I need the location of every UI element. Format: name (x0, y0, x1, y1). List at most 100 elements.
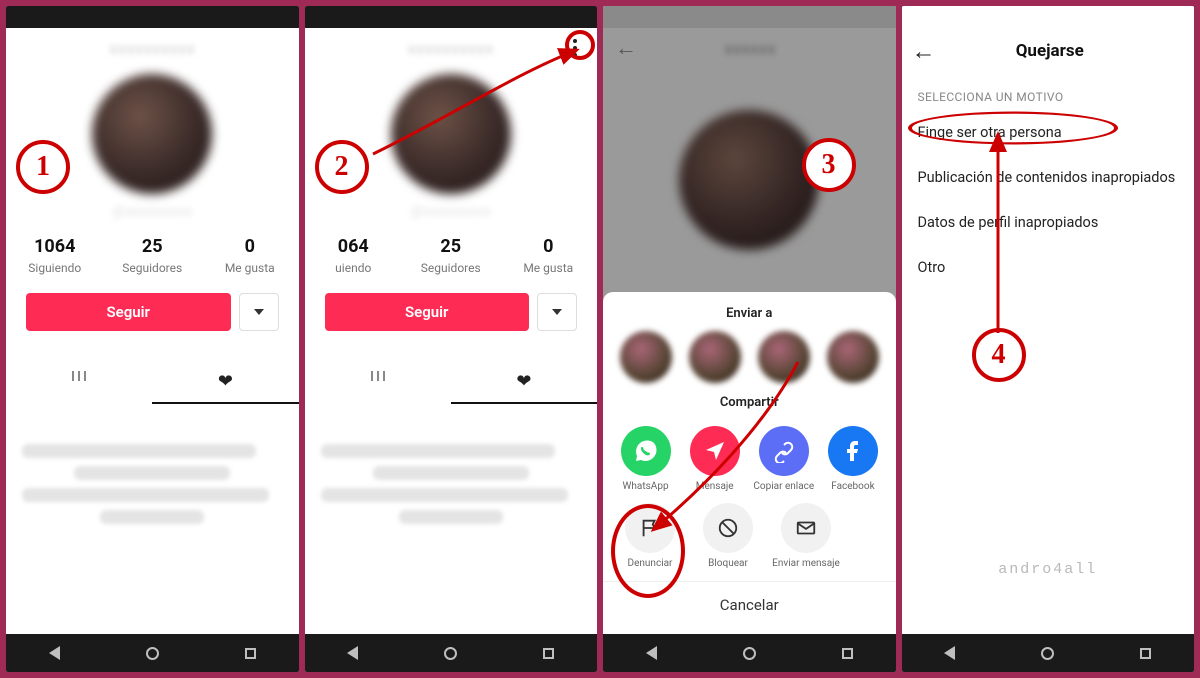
action-row: Denunciar Bloquear Enviar mensaje (603, 493, 896, 570)
follow-button[interactable]: Seguir (325, 293, 530, 331)
reason-impersonation[interactable]: Finge ser otra persona (902, 110, 1195, 155)
send-icon (690, 426, 740, 476)
nav-home-icon[interactable] (146, 647, 159, 660)
nav-home-icon[interactable] (743, 647, 756, 660)
stat-value: 0 (500, 236, 598, 257)
stat-followers[interactable]: 25 Seguidores (104, 236, 202, 275)
action-report[interactable]: Denunciar (615, 503, 685, 570)
top-bar: ← Quejarse (902, 28, 1195, 74)
stat-following[interactable]: 064 uiendo (305, 236, 403, 275)
tab-grid[interactable] (6, 361, 152, 404)
nav-back-icon[interactable] (944, 646, 955, 660)
handle: @xxxxxxxxx (112, 202, 192, 220)
cancel-button[interactable]: Cancelar (603, 581, 896, 628)
screen-1: xxxxxxxxxx @xxxxxxxxx 1064 Siguiendo 25 … (6, 6, 299, 672)
nav-recents-icon[interactable] (245, 648, 256, 659)
share-label-text: WhatsApp (614, 481, 678, 493)
share-label-text: Mensaje (683, 481, 747, 493)
stat-value: 25 (104, 236, 202, 257)
block-icon (703, 503, 753, 553)
step-badge-4: 4 (972, 328, 1026, 382)
profile-username: xxxxxxxxxx (337, 39, 566, 58)
action-row: Seguir (26, 293, 279, 331)
more-options-icon[interactable] (565, 38, 585, 58)
stat-label: Seguidores (104, 261, 202, 275)
avatar[interactable] (92, 74, 212, 194)
stat-value: 0 (201, 236, 299, 257)
nav-recents-icon[interactable] (842, 648, 853, 659)
step-badge-1: 1 (16, 140, 70, 194)
profile-username: xxxxxxxxxx (38, 39, 267, 58)
share-label-text: Facebook (821, 481, 885, 493)
action-label: Enviar mensaje (771, 558, 841, 570)
share-message[interactable]: Mensaje (683, 426, 747, 493)
step-badge-3: 3 (802, 138, 856, 192)
watermark: andro4all (902, 561, 1195, 578)
suggestions-button[interactable] (239, 293, 279, 331)
android-nav (603, 634, 896, 672)
flag-icon (625, 503, 675, 553)
content-area: ← Quejarse SELECCIONA UN MOTIVO Finge se… (902, 28, 1195, 634)
nav-recents-icon[interactable] (1140, 648, 1151, 659)
tab-liked[interactable]: ❤ (152, 361, 298, 404)
back-icon[interactable]: ← (912, 37, 936, 66)
nav-back-icon[interactable] (646, 646, 657, 660)
share-whatsapp[interactable]: WhatsApp (614, 426, 678, 493)
reason-other[interactable]: Otro (902, 245, 1195, 290)
facebook-icon (828, 426, 878, 476)
tab-liked[interactable]: ❤ (451, 361, 597, 404)
nav-home-icon[interactable] (444, 647, 457, 660)
page-title: Quejarse (936, 41, 1165, 61)
android-nav (305, 634, 598, 672)
status-bar (603, 6, 896, 28)
reason-inappropriate-profile[interactable]: Datos de perfil inapropiados (902, 200, 1195, 245)
contact-avatar[interactable] (620, 331, 672, 383)
action-sendmsg[interactable]: Enviar mensaje (771, 503, 841, 570)
stat-value: 064 (305, 236, 403, 257)
tab-grid[interactable] (305, 361, 451, 404)
stat-value: 1064 (6, 236, 104, 257)
action-label: Bloquear (693, 558, 763, 570)
stat-following[interactable]: 1064 Siguiendo (6, 236, 104, 275)
stats-row: 1064 Siguiendo 25 Seguidores 0 Me gusta (6, 236, 299, 275)
contact-avatar[interactable] (689, 331, 741, 383)
nav-home-icon[interactable] (1041, 647, 1054, 660)
nav-recents-icon[interactable] (543, 648, 554, 659)
avatar[interactable] (391, 74, 511, 194)
share-facebook[interactable]: Facebook (821, 426, 885, 493)
reason-inappropriate-content[interactable]: Publicación de contenidos inapropiados (902, 155, 1195, 200)
action-row: Seguir (325, 293, 578, 331)
stat-label: Me gusta (201, 261, 299, 275)
grid-icon (371, 371, 385, 393)
stat-value: 25 (402, 236, 500, 257)
action-block[interactable]: Bloquear (693, 503, 763, 570)
suggestions-button[interactable] (537, 293, 577, 331)
stat-label: Me gusta (500, 261, 598, 275)
stat-label: uiendo (305, 261, 403, 275)
status-bar (6, 6, 299, 28)
screen-3: ← xxxxxx Enviar a Compartir (603, 6, 896, 672)
stat-label: Seguidores (402, 261, 500, 275)
follow-button[interactable]: Seguir (26, 293, 231, 331)
avatar (679, 110, 819, 250)
section-header: SELECCIONA UN MOTIVO (902, 74, 1195, 110)
contact-avatar[interactable] (827, 331, 879, 383)
screen-4: ← Quejarse SELECCIONA UN MOTIVO Finge se… (902, 6, 1195, 672)
nav-back-icon[interactable] (347, 646, 358, 660)
nav-back-icon[interactable] (49, 646, 60, 660)
send-to-label: Enviar a (603, 306, 896, 321)
share-row: WhatsApp Mensaje Copiar enlace (603, 420, 896, 493)
step-badge-2: 2 (315, 140, 369, 194)
heart-lock-icon: ❤ (218, 371, 233, 392)
content-area: ← xxxxxx Enviar a Compartir (603, 28, 896, 634)
stat-followers[interactable]: 25 Seguidores (402, 236, 500, 275)
action-label: Denunciar (615, 558, 685, 570)
status-bar (902, 6, 1195, 28)
send-to-row (603, 331, 896, 387)
share-copylink[interactable]: Copiar enlace (752, 426, 816, 493)
top-bar: xxxxxxxxxx (305, 28, 598, 68)
stat-likes[interactable]: 0 Me gusta (201, 236, 299, 275)
stat-likes[interactable]: 0 Me gusta (500, 236, 598, 275)
share-label-text: Copiar enlace (752, 481, 816, 493)
contact-avatar[interactable] (758, 331, 810, 383)
